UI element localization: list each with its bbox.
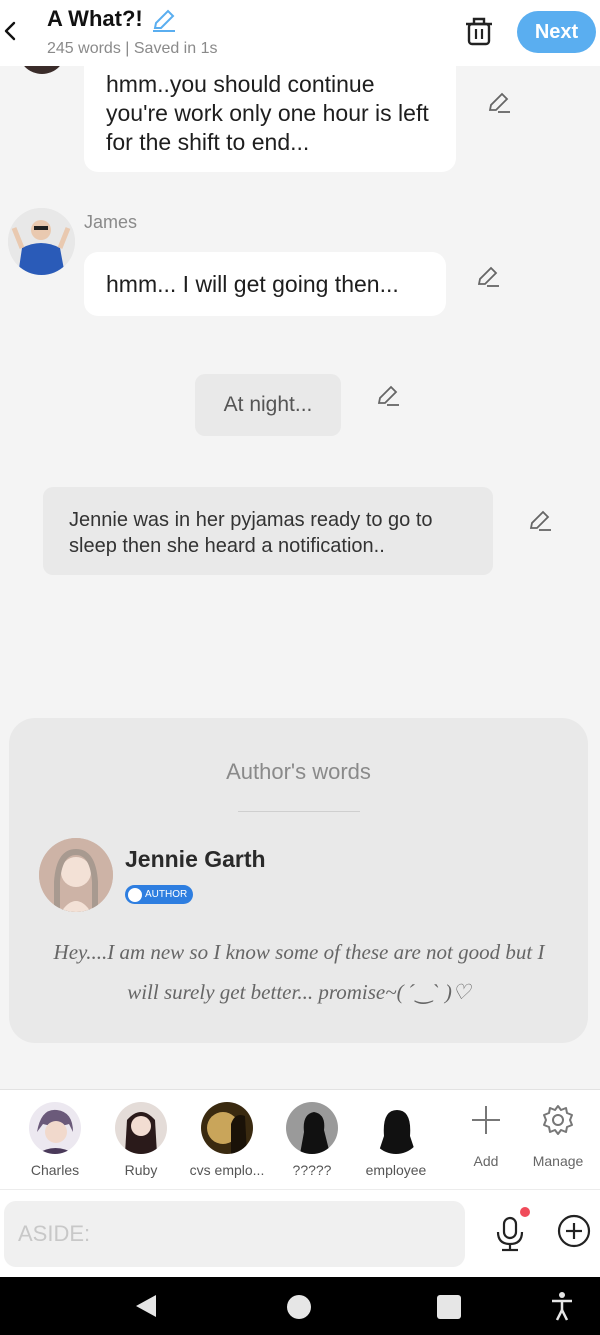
aside-input[interactable] [4, 1201, 465, 1267]
system-nav-bar [0, 1277, 600, 1335]
plus-icon [472, 1106, 500, 1134]
nav-recents-icon[interactable] [437, 1295, 461, 1319]
back-arrow-icon[interactable] [0, 14, 20, 48]
edit-pencil-icon[interactable] [486, 90, 512, 116]
edit-pencil-icon[interactable] [375, 383, 401, 409]
story-title: A What?! [47, 6, 143, 31]
gear-icon [543, 1105, 573, 1135]
character-avatar [29, 1102, 81, 1154]
microphone-icon[interactable] [494, 1214, 526, 1254]
add-character-button[interactable]: Add [451, 1102, 521, 1169]
speaker-name: James [84, 212, 138, 232]
edit-pencil-icon[interactable] [475, 264, 501, 290]
character-name: ????? [292, 1162, 332, 1178]
character-name: employee [365, 1162, 427, 1178]
character-bar: Charles Ruby cvs emplo... ????? employee… [0, 1089, 600, 1189]
nav-home-icon[interactable] [287, 1295, 311, 1319]
word-count-status: 245 words | Saved in 1s [47, 40, 218, 57]
badge-feather-icon [128, 887, 142, 902]
authors-words-text: Hey....I am new so I know some of these … [53, 940, 545, 1004]
character-name: Ruby [124, 1162, 158, 1178]
accessibility-icon[interactable] [550, 1291, 574, 1321]
author-avatar [39, 838, 113, 912]
top-bar: A What?! 245 words | Saved in 1s Next [0, 0, 600, 66]
narration-bubble[interactable]: Jennie was in her pyjamas ready to go to… [43, 487, 493, 575]
character-avatar [115, 1102, 167, 1154]
edit-title-pencil-icon[interactable] [150, 6, 178, 34]
character-avatar [201, 1102, 253, 1154]
compose-bar [0, 1189, 600, 1277]
trash-icon[interactable] [464, 14, 494, 48]
character-avatar [286, 1102, 338, 1154]
scene-bubble[interactable]: At night... [195, 374, 341, 436]
james-avatar [8, 208, 75, 275]
character-unknown[interactable]: ????? [267, 1102, 357, 1178]
character-name: cvs emplo... [189, 1162, 265, 1178]
character-name: Charles [30, 1162, 80, 1178]
author-name: Jennie Garth [125, 846, 266, 872]
manage-label: Manage [532, 1153, 584, 1169]
character-avatar [370, 1102, 422, 1154]
character-cvs-employee[interactable]: cvs emplo... [182, 1102, 272, 1178]
authors-words-card[interactable]: Author's words Jennie Garth AUTHOR Hey..… [9, 718, 588, 1043]
character-ruby[interactable]: Ruby [96, 1102, 186, 1178]
add-circle-icon[interactable] [557, 1214, 591, 1248]
manage-characters-button[interactable]: Manage [523, 1102, 593, 1169]
dialogue-bubble[interactable]: hmm... I will get going then... [84, 252, 446, 316]
author-badge: AUTHOR [125, 885, 194, 904]
authors-words-heading: Author's words [226, 759, 371, 784]
next-button[interactable]: Next [517, 11, 596, 53]
dialogue-bubble[interactable]: hmm..you should continue you're work onl… [84, 62, 456, 172]
author-badge-label: AUTHOR [145, 889, 188, 900]
character-charles[interactable]: Charles [10, 1102, 100, 1178]
divider [238, 811, 360, 812]
nav-back-icon[interactable] [134, 1293, 158, 1319]
add-label: Add [473, 1153, 499, 1169]
recording-dot [520, 1207, 530, 1217]
character-employee[interactable]: employee [351, 1102, 441, 1178]
edit-pencil-icon[interactable] [527, 508, 553, 534]
